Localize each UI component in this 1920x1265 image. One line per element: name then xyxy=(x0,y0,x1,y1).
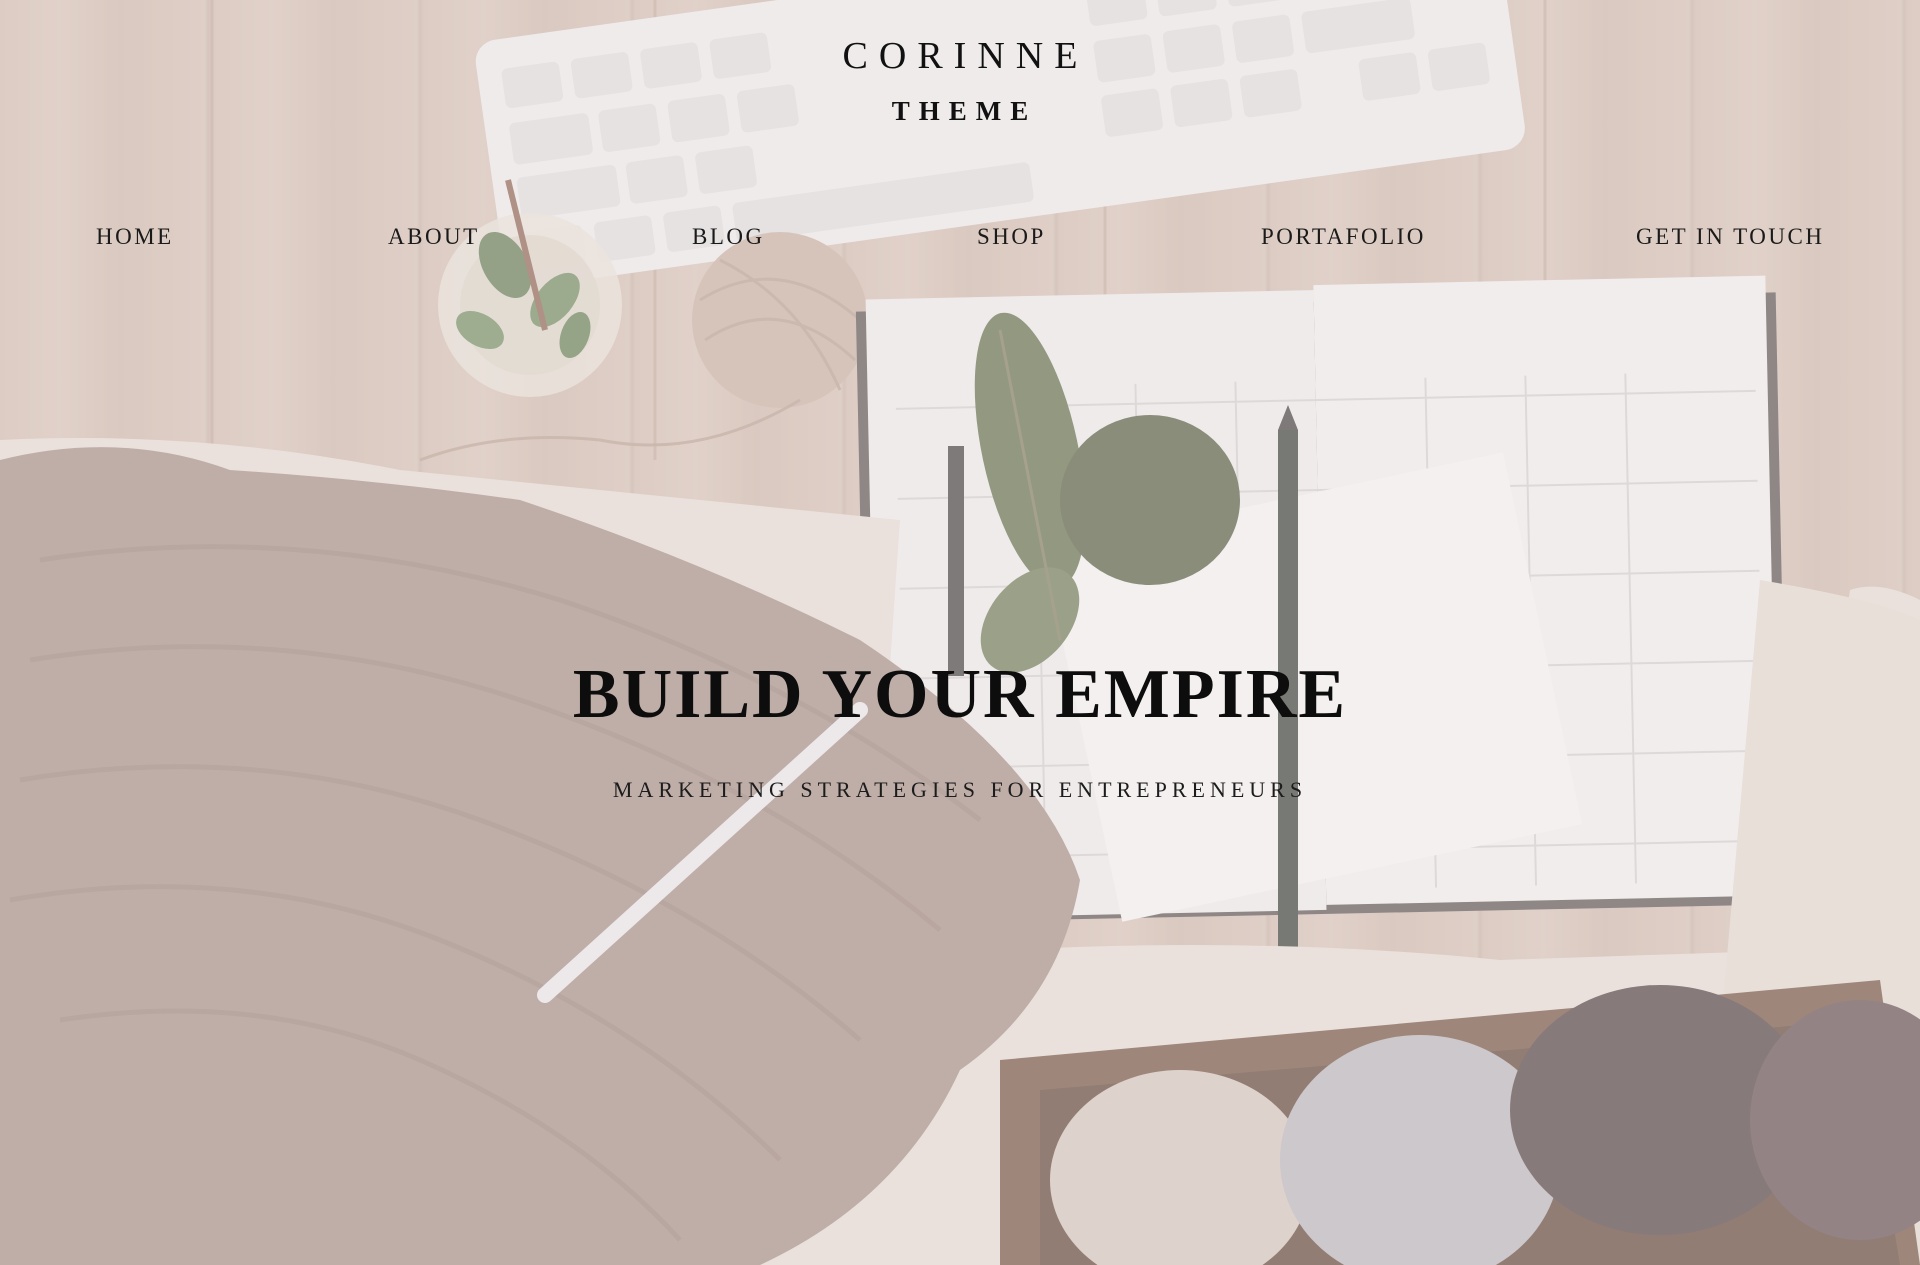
site-logo-title[interactable]: CORINNE xyxy=(832,34,1089,78)
nav-item-blog[interactable]: BLOG xyxy=(692,224,765,250)
hero-title: BUILD YOUR EMPIRE xyxy=(572,656,1348,733)
nav-item-get-in-touch[interactable]: GET IN TOUCH xyxy=(1636,224,1824,250)
hero-tagline: MARKETING STRATEGIES FOR ENTREPRENEURS xyxy=(612,777,1308,802)
site-header: CORINNE THEME xyxy=(0,34,1920,127)
site-logo-subtitle: THEME xyxy=(891,96,1038,126)
nav-item-portfolio[interactable]: PORTAFOLIO xyxy=(1261,224,1426,250)
hero-background-photo xyxy=(0,0,1920,1265)
hero-section: BUILD YOUR EMPIRE MARKETING STRATEGIES F… xyxy=(0,655,1920,803)
nav-item-shop[interactable]: SHOP xyxy=(977,224,1046,250)
main-navigation: HOME ABOUT BLOG SHOP PORTAFOLIO GET IN T… xyxy=(0,224,1920,260)
nav-item-about[interactable]: ABOUT xyxy=(388,224,480,250)
background-overlay xyxy=(0,0,1920,1265)
nav-item-home[interactable]: HOME xyxy=(96,224,174,250)
